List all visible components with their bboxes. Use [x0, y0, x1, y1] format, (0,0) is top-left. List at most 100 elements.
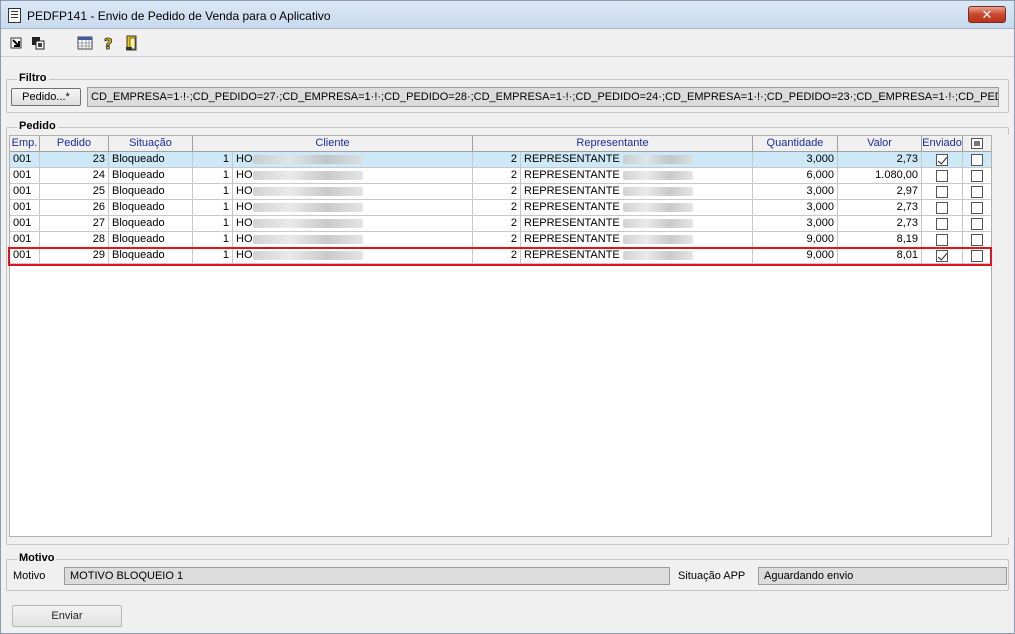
cell-cliente-codigo[interactable]: 1	[193, 184, 233, 200]
cell-emp[interactable]: 001	[10, 232, 40, 248]
cell-cliente-nome[interactable]: HO	[233, 200, 473, 216]
cell-representante-codigo[interactable]: 2	[473, 216, 521, 232]
cell-valor[interactable]: 2,73	[838, 200, 922, 216]
cell-situacao[interactable]: Bloqueado	[109, 168, 193, 184]
select-all-checkbox[interactable]	[971, 138, 983, 149]
col-header-emp[interactable]: Emp.	[10, 136, 40, 152]
cell-situacao-text: Bloqueado	[112, 169, 165, 181]
vertical-scrollbar[interactable]	[992, 135, 1009, 537]
select-row-checkbox[interactable]	[971, 234, 983, 246]
cell-emp[interactable]: 001	[10, 168, 40, 184]
close-button[interactable]: ✕	[968, 6, 1006, 23]
help-icon[interactable]: ?	[101, 35, 117, 51]
cell-pedido[interactable]: 24	[40, 168, 109, 184]
cell-situacao[interactable]: Bloqueado	[109, 200, 193, 216]
cell-cliente-nome[interactable]: HO	[233, 232, 473, 248]
exit-door-icon[interactable]	[124, 35, 140, 51]
calendar-grid-icon[interactable]	[77, 35, 93, 51]
cell-pedido[interactable]: 28	[40, 232, 109, 248]
col-header-enviado[interactable]: Enviado	[922, 136, 963, 152]
table-row[interactable]: 001 25 Bloqueado 1 HO 2 REPRESENTANTE 3,000 2,9…	[10, 184, 991, 200]
cell-valor[interactable]: 1.080,00	[838, 168, 922, 184]
cell-representante-codigo[interactable]: 2	[473, 152, 521, 168]
pedidos-table[interactable]: Emp. Pedido Situação Cliente Representan…	[9, 135, 992, 537]
cell-representante-nome[interactable]: REPRESENTANTE	[521, 168, 753, 184]
enviado-checkbox[interactable]	[936, 234, 948, 246]
cell-valor[interactable]: 8,19	[838, 232, 922, 248]
arrow-in-icon[interactable]	[9, 35, 25, 51]
col-header-pedido[interactable]: Pedido	[40, 136, 109, 152]
filter-expression-field[interactable]: CD_EMPRESA=1·!·;CD_PEDIDO=27·;CD_EMPRESA…	[87, 87, 999, 107]
copy-icon[interactable]	[30, 35, 46, 51]
cell-representante-codigo[interactable]: 2	[473, 168, 521, 184]
cell-cliente-codigo[interactable]: 1	[193, 168, 233, 184]
col-header-cliente[interactable]: Cliente	[193, 136, 473, 152]
select-row-checkbox[interactable]	[971, 154, 983, 166]
table-row[interactable]: 001 26 Bloqueado 1 HO 2 REPRESENTANTE 3,000 2,7…	[10, 200, 991, 216]
cell-representante-nome[interactable]: REPRESENTANTE	[521, 216, 753, 232]
cell-situacao[interactable]: Bloqueado	[109, 232, 193, 248]
cell-cliente-codigo[interactable]: 1	[193, 152, 233, 168]
cell-pedido[interactable]: 23	[40, 152, 109, 168]
select-row-checkbox[interactable]	[971, 218, 983, 230]
cell-representante-nome[interactable]: REPRESENTANTE	[521, 232, 753, 248]
cell-situacao[interactable]: Bloqueado	[109, 184, 193, 200]
toolbar: ?	[1, 29, 1014, 57]
cell-representante-nome[interactable]: REPRESENTANTE	[521, 184, 753, 200]
cell-quantidade[interactable]: 3,000	[753, 152, 838, 168]
cell-quantidade[interactable]: 9,000	[753, 232, 838, 248]
cell-cliente-codigo[interactable]: 1	[193, 232, 233, 248]
col-header-representante[interactable]: Representante	[473, 136, 753, 152]
cell-cliente-codigo[interactable]: 1	[193, 200, 233, 216]
cell-quantidade[interactable]: 3,000	[753, 184, 838, 200]
col-header-valor[interactable]: Valor	[838, 136, 922, 152]
enviado-checkbox[interactable]	[936, 202, 948, 214]
enviado-checkbox[interactable]	[936, 218, 948, 230]
cell-representante-codigo[interactable]: 2	[473, 200, 521, 216]
motivo-field[interactable]: MOTIVO BLOQUEIO 1	[64, 567, 670, 585]
cell-pedido[interactable]: 27	[40, 216, 109, 232]
cell-representante-codigo[interactable]: 2	[473, 232, 521, 248]
table-row[interactable]: 001 27 Bloqueado 1 HO 2 REPRESENTANTE 3,000 2,7…	[10, 216, 991, 232]
title-bar[interactable]: PEDFP141 - Envio de Pedido de Venda para…	[1, 1, 1014, 29]
table-row[interactable]: 001 28 Bloqueado 1 HO 2 REPRESENTANTE 9,000 8,1…	[10, 232, 991, 248]
table-row[interactable]: 001 23 Bloqueado 1 HO 2 REPRESENTANTE 3,000 2,7…	[10, 152, 991, 168]
col-header-quantidade[interactable]: Quantidade	[753, 136, 838, 152]
cell-cliente-nome[interactable]: HO	[233, 152, 473, 168]
cell-valor[interactable]: 2,73	[838, 152, 922, 168]
cell-pedido[interactable]: 25	[40, 184, 109, 200]
enviado-checkbox[interactable]	[936, 186, 948, 198]
cell-cliente-nome[interactable]: HO	[233, 184, 473, 200]
enviado-checkbox[interactable]	[936, 170, 948, 182]
select-row-checkbox[interactable]	[971, 202, 983, 214]
cell-emp[interactable]: 001	[10, 200, 40, 216]
cell-pedido[interactable]: 26	[40, 200, 109, 216]
col-header-select-all[interactable]	[963, 136, 991, 152]
enviado-checkbox[interactable]	[936, 154, 948, 166]
cell-situacao[interactable]: Bloqueado	[109, 152, 193, 168]
cell-valor[interactable]: 2,73	[838, 216, 922, 232]
cell-select	[963, 232, 991, 248]
cell-quantidade[interactable]: 6,000	[753, 168, 838, 184]
situacao-app-field[interactable]: Aguardando envio	[758, 567, 1007, 585]
col-header-situacao[interactable]: Situação	[109, 136, 193, 152]
select-row-checkbox[interactable]	[971, 170, 983, 182]
cell-representante-nome[interactable]: REPRESENTANTE	[521, 200, 753, 216]
cell-cliente-nome[interactable]: HO	[233, 216, 473, 232]
table-row[interactable]: 001 24 Bloqueado 1 HO 2 REPRESENTANTE 6,000 1.0…	[10, 168, 991, 184]
cell-emp[interactable]: 001	[10, 152, 40, 168]
cell-emp[interactable]: 001	[10, 184, 40, 200]
cell-quantidade[interactable]: 3,000	[753, 200, 838, 216]
cell-situacao[interactable]: Bloqueado	[109, 216, 193, 232]
cell-quantidade[interactable]: 3,000	[753, 216, 838, 232]
cell-cliente-nome[interactable]: HO	[233, 168, 473, 184]
enviar-button[interactable]: Enviar	[12, 605, 122, 627]
pedido-filter-button[interactable]: Pedido...*	[11, 88, 81, 106]
cell-representante-codigo[interactable]: 2	[473, 184, 521, 200]
cell-valor[interactable]: 2,97	[838, 184, 922, 200]
cell-cliente-codigo[interactable]: 1	[193, 216, 233, 232]
cell-emp[interactable]: 001	[10, 216, 40, 232]
select-row-checkbox[interactable]	[971, 186, 983, 198]
cell-representante-nome[interactable]: REPRESENTANTE	[521, 152, 753, 168]
main-window: PEDFP141 - Envio de Pedido de Venda para…	[0, 0, 1015, 634]
